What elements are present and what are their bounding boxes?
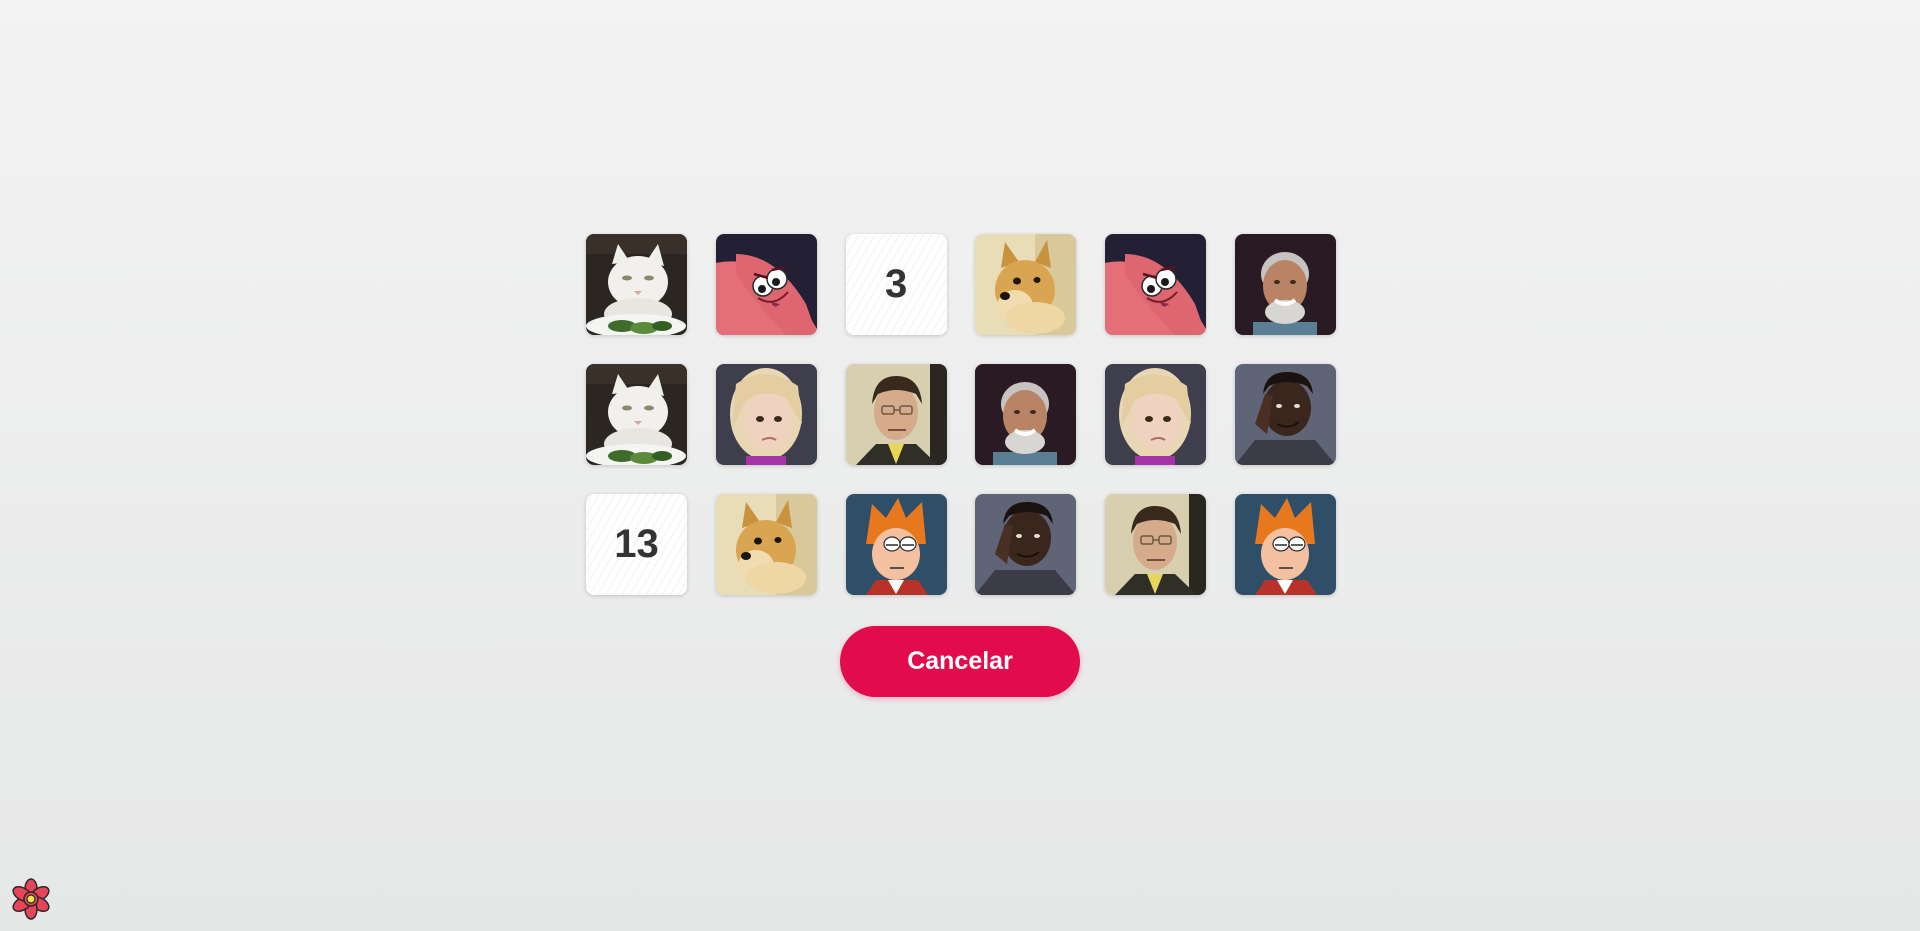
memory-card-14[interactable] bbox=[715, 494, 817, 595]
dwight-schrute-image bbox=[1105, 494, 1207, 595]
memory-card-13[interactable]: 13 bbox=[586, 494, 687, 595]
hide-the-pain-harold-image bbox=[975, 364, 1077, 465]
card-number: 3 bbox=[884, 262, 908, 306]
memory-card-3[interactable]: 3 bbox=[845, 234, 947, 335]
savage-patrick-image bbox=[1105, 234, 1207, 335]
hide-the-pain-harold-image bbox=[1234, 234, 1336, 335]
card-number: 13 bbox=[614, 522, 659, 566]
memory-card-12[interactable] bbox=[1234, 364, 1336, 465]
memory-card-18[interactable] bbox=[1234, 494, 1336, 595]
memory-card-8[interactable] bbox=[715, 364, 817, 465]
roll-safe-image bbox=[975, 494, 1077, 595]
memory-card-9[interactable] bbox=[845, 364, 947, 465]
memory-card-11[interactable] bbox=[1105, 364, 1207, 465]
futurama-fry-image bbox=[1234, 494, 1336, 595]
memory-card-15[interactable] bbox=[845, 494, 947, 595]
memory-card-5[interactable] bbox=[1105, 234, 1207, 335]
memory-card-16[interactable] bbox=[975, 494, 1077, 595]
side-eyeing-chloe-image bbox=[1105, 364, 1207, 465]
memory-card-17[interactable] bbox=[1105, 494, 1207, 595]
memory-board: 3 13 bbox=[586, 234, 1336, 595]
futurama-fry-image bbox=[845, 494, 947, 595]
woman-yelling-cat-image bbox=[586, 364, 687, 465]
memory-card-10[interactable] bbox=[975, 364, 1077, 465]
doge-image bbox=[715, 494, 817, 595]
memory-card-1[interactable] bbox=[586, 234, 687, 335]
memory-card-2[interactable] bbox=[715, 234, 817, 335]
cancel-button[interactable]: Cancelar bbox=[840, 626, 1080, 697]
flower-logo-icon[interactable] bbox=[10, 878, 52, 920]
roll-safe-image bbox=[1234, 364, 1336, 465]
side-eyeing-chloe-image bbox=[715, 364, 817, 465]
dwight-schrute-image bbox=[845, 364, 947, 465]
memory-card-4[interactable] bbox=[975, 234, 1077, 335]
memory-card-7[interactable] bbox=[586, 364, 687, 465]
memory-card-6[interactable] bbox=[1234, 234, 1336, 335]
doge-image bbox=[975, 234, 1077, 335]
woman-yelling-cat-image bbox=[586, 234, 687, 335]
savage-patrick-image bbox=[715, 234, 817, 335]
